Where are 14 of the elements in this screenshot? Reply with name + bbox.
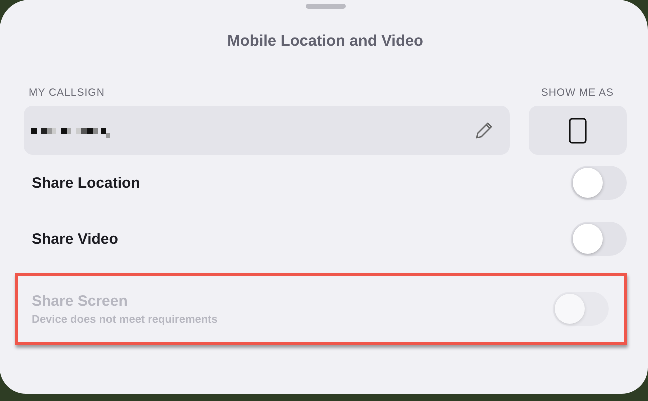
field-label: SHOW ME AS (541, 87, 614, 99)
toggle-switch[interactable] (571, 166, 627, 200)
drag-handle[interactable] (306, 4, 346, 9)
toggle-label: Share Video (32, 230, 118, 248)
toggle-switch[interactable] (571, 222, 627, 256)
callsign-field[interactable] (24, 106, 510, 155)
toggle-label: Share Location (32, 174, 140, 192)
field-label: MY CALLSIGN (29, 87, 105, 99)
tablet-icon (569, 118, 587, 144)
sheet-title: Mobile Location and Video (226, 33, 425, 51)
toggle-label: Share Screen (32, 292, 129, 310)
pencil-icon[interactable] (474, 120, 494, 140)
device-button[interactable] (529, 106, 627, 155)
toggle-note: Device does not meet requirements (32, 314, 218, 326)
